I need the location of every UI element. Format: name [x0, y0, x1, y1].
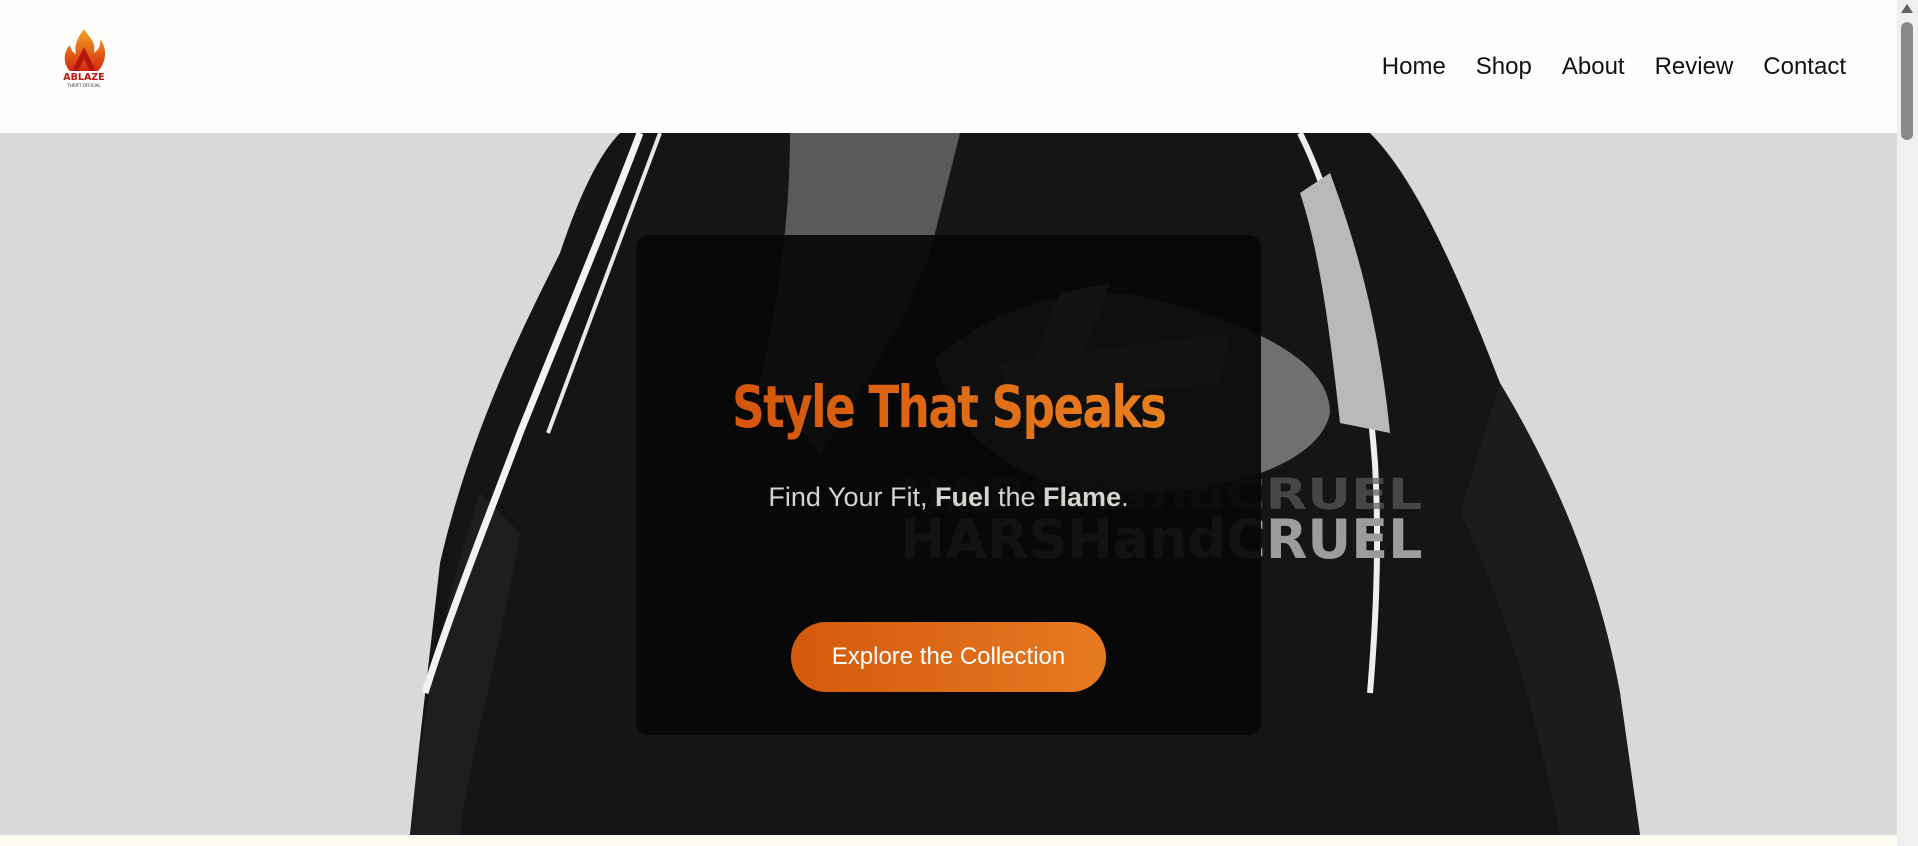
scroll-up-arrow-icon[interactable] — [1901, 4, 1913, 13]
logo-subtext: THRIFT OFFICIAL — [66, 83, 101, 88]
site-header: ABLAZE THRIFT OFFICIAL Home Shop About R… — [0, 0, 1897, 133]
hero-card: Style That Speaks Find Your Fit, Fuel th… — [636, 235, 1261, 735]
page-scrollbar[interactable] — [1897, 0, 1918, 846]
nav-review[interactable]: Review — [1655, 48, 1734, 86]
nav-about[interactable]: About — [1562, 48, 1625, 86]
logo-text: ABLAZE — [63, 72, 104, 83]
brand-logo[interactable]: ABLAZE THRIFT OFFICIAL — [56, 27, 112, 91]
nav-home[interactable]: Home — [1382, 48, 1446, 86]
nav-contact[interactable]: Contact — [1763, 48, 1846, 86]
scroll-thumb[interactable] — [1901, 22, 1913, 140]
hero-headline: Style That Speaks — [732, 368, 1167, 446]
hero-tagline: Find Your Fit, Fuel the Flame. — [768, 482, 1129, 512]
flame-logo-icon: ABLAZE THRIFT OFFICIAL — [63, 29, 106, 88]
explore-collection-button[interactable]: Explore the Collection — [791, 622, 1106, 692]
nav-shop[interactable]: Shop — [1476, 48, 1532, 86]
hero-section: HARSHandCRUEL HARSHandCRUEL Style That S… — [0, 133, 1897, 835]
main-nav: Home Shop About Review Contact — [1382, 48, 1846, 86]
